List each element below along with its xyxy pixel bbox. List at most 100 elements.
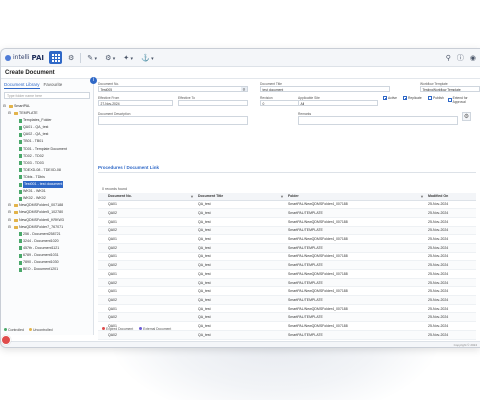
expand-toggle-icon[interactable]: ⊟ — [8, 224, 12, 231]
tree-document[interactable]: TD02 - TD02 — [3, 153, 91, 160]
tree-folder[interactable]: ⊟ NewQDMSFolder4_007188 — [3, 202, 91, 209]
tree-folder[interactable]: ⊟ NewQDMSFolder6_KRKW3 — [3, 217, 91, 224]
column-folder[interactable]: Folder ▼ — [286, 193, 426, 201]
tree-folder[interactable]: ⊟ NewQDMSFolder7_767071 — [3, 224, 91, 231]
active-checkbox[interactable]: Active — [383, 96, 397, 100]
tree-document[interactable]: 256 - Document258721 — [3, 231, 91, 238]
expand-toggle-icon[interactable]: ⊟ — [8, 202, 12, 209]
table-row[interactable]: QA02 QA_test SmartPAL/TEMPLATE 25-Nov-2024 — [98, 260, 476, 270]
tree-document[interactable]: 457th - Document1121 — [3, 245, 91, 252]
filter-icon[interactable]: ▼ — [280, 194, 284, 199]
row-selector[interactable] — [98, 200, 106, 210]
expand-toggle-icon[interactable]: ⊟ — [8, 209, 12, 216]
tab-document-library[interactable]: Document Library — [4, 82, 40, 89]
table-row[interactable]: QA01 QA_test SmartPAL/NewQDMSFolder4_00718… — [98, 234, 476, 244]
replicate-checkbox[interactable]: Replicate — [403, 96, 422, 100]
description-input[interactable] — [98, 116, 248, 125]
row-selector[interactable] — [98, 260, 106, 270]
row-selector[interactable] — [98, 234, 106, 244]
table-row[interactable]: QA02 QA_test SmartPAL/TEMPLATE 25-Nov-2024 — [98, 330, 476, 340]
table-row[interactable]: QA02 QA_test SmartPAL/TEMPLATE 25-Nov-2024 — [98, 312, 476, 323]
table-row[interactable]: QA01 QA_test SmartPAL/NewQDMSFolder4_00718… — [98, 200, 476, 210]
applicable-site-select[interactable]: All — [298, 100, 378, 106]
apps-grid-icon[interactable] — [49, 51, 62, 64]
extend-approval-checkbox[interactable]: Extend for Approval — [448, 96, 476, 104]
table-row[interactable]: QA01 QA_test SmartPAL/NewQDMSFolder4_00718… — [98, 217, 476, 227]
search-icon[interactable]: ⚲ — [241, 87, 247, 91]
search-icon[interactable]: ⚲ — [446, 54, 451, 62]
tree-folder[interactable]: ⊟ SmartPAL — [3, 103, 91, 110]
table-row[interactable]: QA01 QA_test SmartPAL/NewQDMSFolder4_00718… — [98, 269, 476, 279]
settings-icon[interactable]: ⚙ — [66, 54, 76, 62]
checkbox-box[interactable] — [403, 96, 407, 100]
row-selector[interactable] — [98, 269, 106, 279]
table-row[interactable]: QA02 QA_test SmartPAL/TEMPLATE 25-Nov-2024 — [98, 243, 476, 253]
expand-toggle-icon[interactable]: ⊟ — [8, 110, 12, 117]
row-selector[interactable] — [98, 243, 106, 253]
row-selector[interactable] — [98, 312, 106, 323]
tree-document[interactable]: TD01 - Template Document — [3, 146, 91, 153]
tree-document[interactable]: QA02 - QA_test — [3, 131, 91, 138]
row-selector[interactable] — [98, 304, 106, 314]
column-document-title[interactable]: Document Title ▼ — [196, 193, 286, 201]
revision-input[interactable]: 0 — [260, 100, 300, 106]
table-row[interactable]: QA02 QA_test SmartPAL/TEMPLATE 25-Nov-2024 — [98, 295, 476, 305]
checkbox-box[interactable] — [383, 96, 387, 100]
checkbox-box[interactable] — [428, 96, 432, 100]
toolbar-tool-2[interactable]: ⚙ — [103, 54, 117, 62]
row-selector[interactable] — [98, 217, 106, 227]
row-selector[interactable] — [98, 330, 106, 340]
tree-document[interactable]: TB01 - TB01 — [3, 138, 91, 145]
filter-icon[interactable]: ▼ — [190, 194, 194, 199]
profile-icon[interactable]: ◉ — [470, 54, 476, 62]
tree-document[interactable]: QA01 - QA_test — [3, 124, 91, 131]
filter-icon[interactable]: ▼ — [420, 194, 424, 199]
row-selector[interactable] — [98, 252, 106, 262]
tree-document[interactable]: WK01 - WK01 — [3, 188, 91, 195]
folder-search-input[interactable]: Type folder name here — [4, 92, 90, 99]
row-selector[interactable] — [98, 278, 106, 288]
table-row[interactable]: QA01 QA_test SmartPAL/NewQDMSFolder4_00718… — [98, 252, 476, 262]
checkbox-box[interactable] — [448, 98, 452, 102]
row-selector[interactable] — [98, 208, 106, 218]
column-document-no[interactable]: Document No. ▼ — [106, 193, 196, 201]
tree-folder[interactable]: ⊟ TEMPLATE — [3, 110, 91, 117]
app-logo[interactable]: intelli PAI — [5, 54, 45, 62]
row-selector[interactable] — [98, 226, 106, 236]
help-icon[interactable]: ⓘ — [457, 53, 464, 63]
tab-favourite[interactable]: Favourite — [44, 82, 63, 89]
expand-toggle-icon[interactable]: ⊟ — [8, 217, 12, 224]
publish-checkbox[interactable]: Publish — [428, 96, 444, 100]
toolbar-tool-4[interactable]: ⚓ — [139, 54, 156, 62]
tree-document[interactable]: TD03 - TD03 — [3, 160, 91, 167]
toolbar-tool-1[interactable]: ✎ — [85, 54, 99, 62]
table-row[interactable]: QA02 QA_test SmartPAL/TEMPLATE 25-Nov-2024 — [98, 208, 476, 218]
tree-document[interactable]: 3244 - Document1020 — [3, 238, 91, 245]
row-selector[interactable] — [98, 295, 106, 305]
tree-document[interactable]: BEO - Document1201 — [3, 266, 91, 273]
table-row[interactable]: QA01 QA_test SmartPAL/NewQDMSFolder4_00718… — [98, 304, 476, 314]
effective-to-input[interactable] — [178, 100, 248, 106]
tree-document[interactable]: TDEXD-08 - TDEXD-08 — [3, 167, 91, 174]
doc-title-input[interactable]: test document — [260, 86, 390, 92]
gear-icon[interactable]: ⚙ — [462, 112, 471, 121]
tree-folder[interactable]: ⊟ NewQDMSFolder5_102780 — [3, 209, 91, 216]
table-row[interactable]: QA02 QA_test SmartPAL/TEMPLATE 25-Nov-2024 — [98, 278, 476, 288]
effective-from-input[interactable]: 27-Nov-2024 — [98, 100, 173, 106]
table-row[interactable]: QA01 QA_test SmartPAL/NewQDMSFolder4_00718… — [98, 286, 476, 297]
table-row[interactable]: QA02 QA_test SmartPAL/TEMPLATE 25-Nov-2024 — [98, 226, 476, 236]
notification-badge-icon[interactable] — [1, 335, 11, 345]
column-modified-on[interactable]: Modified On — [426, 193, 476, 201]
row-selector[interactable] — [98, 286, 106, 297]
tree-document[interactable]: WK02 - WK02 — [3, 195, 91, 202]
workflow-select[interactable]: TestingWorkflow Template — [420, 86, 480, 92]
toolbar-tool-3[interactable]: ✦ — [121, 54, 135, 62]
info-icon[interactable]: i — [90, 77, 97, 84]
tree-document[interactable]: 7890 - Document1030 — [3, 259, 91, 266]
tree-document[interactable]: Test001 - test document — [3, 181, 91, 189]
tree-document[interactable]: 6789 - Document1031 — [3, 252, 91, 259]
remarks-input[interactable] — [298, 116, 458, 125]
select-all-header[interactable] — [98, 193, 106, 201]
tree-document[interactable]: TDbis - TDbis — [3, 174, 91, 181]
tree-document[interactable]: Templates_Folder — [3, 117, 91, 124]
